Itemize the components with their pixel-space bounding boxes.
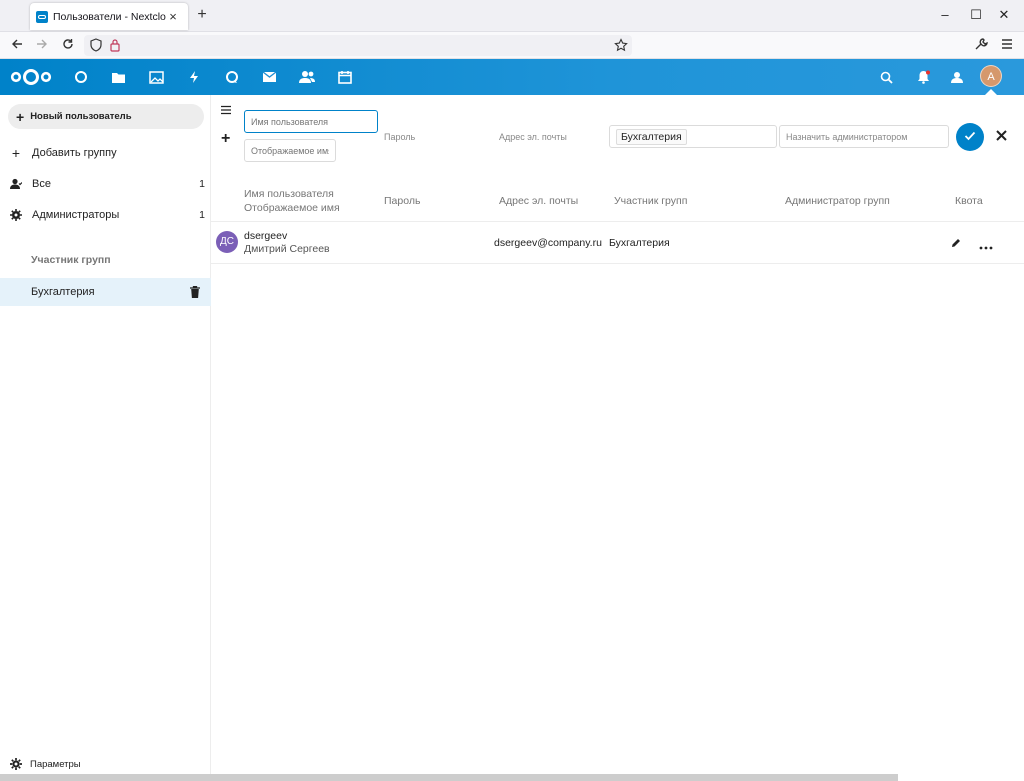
confirm-button[interactable] (956, 123, 984, 151)
column-header-username: Имя пользователя Отображаемое имя (244, 187, 340, 215)
add-group-label: Добавить группу (32, 147, 117, 159)
trash-icon[interactable] (190, 286, 200, 298)
column-header-password: Пароль (384, 195, 421, 207)
browser-menu-icon[interactable] (999, 37, 1015, 53)
row-groups: Бухгалтерия (609, 237, 670, 249)
admin-gear-icon (10, 209, 22, 221)
sidebar-item-label: Бухгалтерия (31, 286, 95, 298)
column-header-admin-groups: Администратор групп (785, 195, 890, 207)
row-email: dsergeev@company.ru (494, 237, 602, 249)
files-icon[interactable] (110, 69, 126, 85)
group-section-caption: Участник групп (31, 254, 111, 266)
row-display-name: Дмитрий Сергеев (244, 243, 330, 255)
sidebar-item-label: Все (32, 178, 51, 190)
more-actions-icon[interactable] (979, 241, 993, 250)
browser-nav-bar (0, 32, 1024, 59)
add-icon[interactable]: + (221, 130, 230, 148)
calendar-icon[interactable] (337, 69, 353, 85)
window-close-button[interactable]: ✕ (994, 6, 1014, 24)
sidebar-item-count: 1 (199, 178, 205, 190)
nextcloud-header: A (0, 59, 1024, 95)
contacts-icon[interactable] (299, 69, 315, 85)
tab-title: Пользователи - Nextcloud (53, 10, 166, 23)
password-field[interactable]: Пароль (384, 132, 415, 142)
edit-pencil-icon[interactable] (951, 238, 961, 248)
column-header-username-label: Имя пользователя (244, 188, 334, 200)
column-header-email: Адрес эл. почты (499, 195, 579, 207)
email-field[interactable]: Адрес эл. почты (499, 132, 567, 142)
dashboard-icon[interactable] (73, 69, 89, 85)
display-name-input[interactable] (244, 139, 336, 162)
table-row-divider (211, 263, 1024, 264)
lock-warning-icon[interactable] (109, 38, 121, 55)
nextcloud-favicon-icon (36, 10, 48, 23)
sidebar-item-label: Администраторы (32, 209, 120, 221)
activity-icon[interactable] (186, 69, 202, 85)
back-icon[interactable] (9, 37, 25, 53)
extensions-wrench-icon[interactable] (973, 37, 989, 53)
new-tab-button[interactable]: + (194, 6, 210, 24)
nextcloud-logo-icon[interactable] (10, 67, 52, 87)
plus-icon: + (11, 145, 21, 161)
browser-tab[interactable]: Пользователи - Nextcloud × (30, 3, 188, 30)
new-user-button[interactable]: + Новый пользователь (8, 104, 204, 129)
search-icon[interactable] (878, 69, 894, 85)
shield-icon[interactable] (90, 38, 102, 55)
contacts-menu-icon[interactable] (950, 69, 966, 85)
mail-icon[interactable] (261, 69, 277, 85)
user-icon (10, 178, 22, 190)
settings-label: Параметры (30, 758, 81, 770)
avatar[interactable]: ДС (216, 231, 238, 253)
sidebar-item-count: 1 (199, 209, 205, 221)
notifications-icon[interactable] (915, 69, 931, 85)
settings-gear-icon (10, 758, 22, 770)
column-header-groups: Участник групп (614, 195, 688, 207)
forward-icon[interactable] (34, 37, 50, 53)
username-input[interactable] (244, 110, 378, 133)
table-header-divider (211, 221, 1024, 222)
tab-close-icon[interactable]: × (166, 9, 180, 24)
sidebar-item-all[interactable]: Все 1 (0, 170, 211, 198)
sidebar-item-admins[interactable]: Администраторы 1 (0, 201, 211, 229)
bookmark-star-icon[interactable] (614, 38, 628, 55)
minimize-button[interactable]: – (935, 6, 955, 24)
column-header-quota: Квота (955, 195, 983, 207)
url-bar[interactable] (84, 35, 632, 56)
talk-icon[interactable] (224, 69, 240, 85)
sidebar-item-accounting[interactable]: Бухгалтерия (0, 278, 211, 306)
checkmark-icon (964, 131, 976, 144)
row-username: dsergeev (244, 230, 288, 242)
selected-group-tag[interactable]: Бухгалтерия (616, 129, 687, 145)
browser-tab-bar: Пользователи - Nextcloud × + – ☐ ✕ (0, 0, 1024, 32)
photos-icon[interactable] (148, 69, 164, 85)
user-avatar[interactable]: A (980, 65, 1002, 87)
maximize-button[interactable]: ☐ (966, 6, 986, 24)
column-header-display-name-label: Отображаемое имя (244, 202, 340, 214)
add-group-button[interactable]: + Добавить группу (0, 139, 211, 167)
cancel-icon[interactable] (996, 128, 1007, 145)
sidebar: + Новый пользователь + Добавить группу В… (0, 95, 211, 781)
plus-icon: + (16, 108, 25, 125)
reload-icon[interactable] (60, 37, 76, 53)
admin-groups-select[interactable]: Назначить администратором (779, 125, 949, 148)
new-user-label: Новый пользователь (30, 111, 132, 122)
horizontal-scrollbar[interactable] (0, 774, 898, 781)
navigation-toggle-icon[interactable] (221, 105, 231, 115)
main-content: + Пароль Адрес эл. почты Бухгалтерия Наз… (211, 95, 1024, 781)
settings-button[interactable]: Параметры (10, 758, 81, 770)
